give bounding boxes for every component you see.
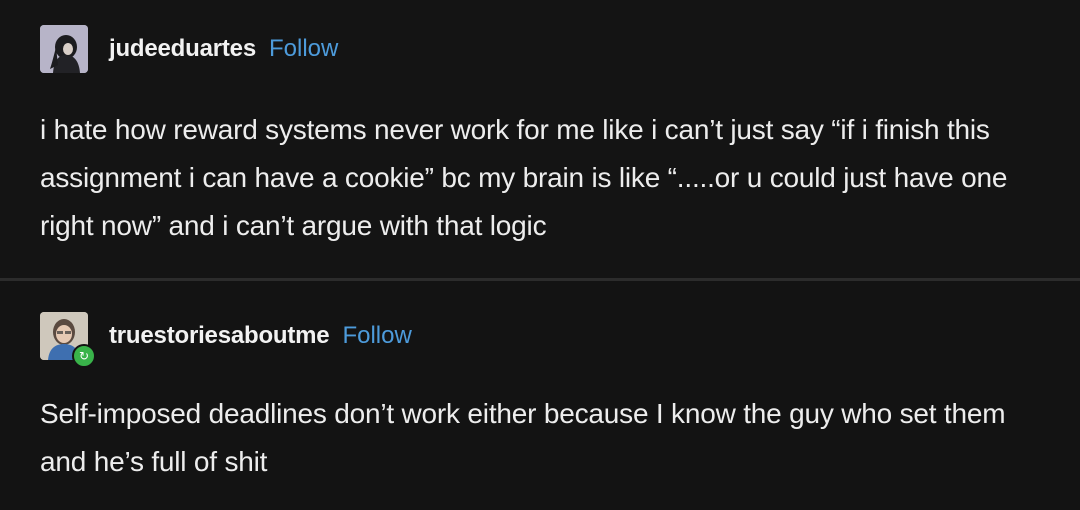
username[interactable]: judeeduartes xyxy=(109,35,256,63)
avatar[interactable]: ↻ xyxy=(40,312,96,368)
follow-button[interactable]: Follow xyxy=(269,35,338,63)
post-text: i hate how reward systems never work for… xyxy=(40,114,1008,241)
post-text: Self-imposed deadlines don’t work either… xyxy=(40,398,1006,477)
follow-button[interactable]: Follow xyxy=(342,322,411,350)
post-header: judeeduartes Follow xyxy=(40,25,1050,73)
user-avatar-icon xyxy=(40,25,88,73)
post-header: ↻ truestoriesaboutme Follow xyxy=(40,312,1050,368)
username[interactable]: truestoriesaboutme xyxy=(109,322,330,350)
reblog-icon: ↻ xyxy=(72,344,96,368)
post-reply: ↻ truestoriesaboutme Follow Self-imposed… xyxy=(0,281,1080,510)
post-original: judeeduartes Follow i hate how reward sy… xyxy=(0,0,1080,278)
avatar[interactable] xyxy=(40,25,88,73)
